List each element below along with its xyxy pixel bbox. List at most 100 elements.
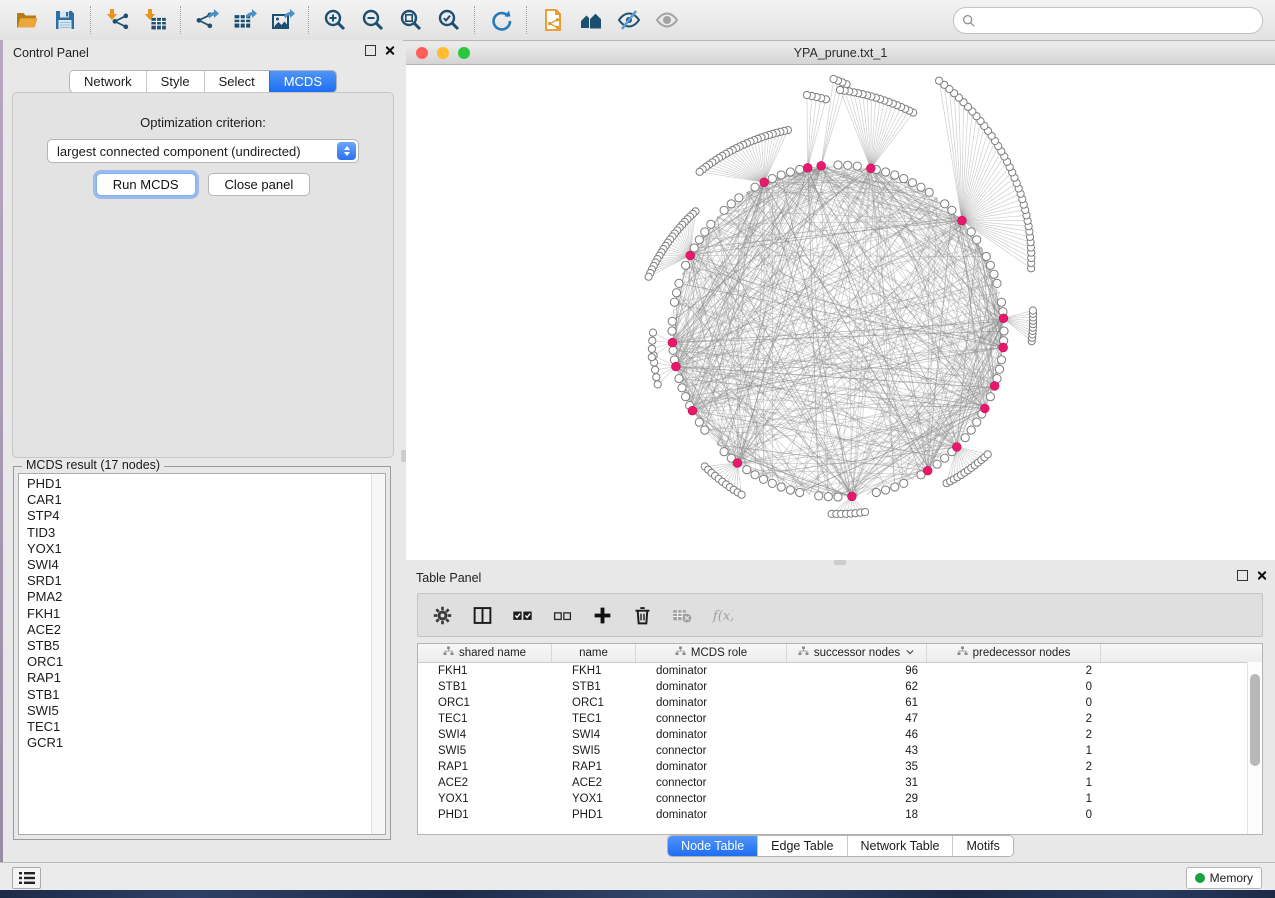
- network-column-icon: [957, 646, 968, 660]
- window-close-light[interactable]: [416, 47, 428, 59]
- mcds-result-title: MCDS result (17 nodes): [22, 458, 164, 472]
- criterion-select[interactable]: largest connected component (undirected): [47, 139, 359, 163]
- cell-successor-nodes: 29: [787, 793, 927, 805]
- column-header-shared-name[interactable]: shared name: [418, 644, 552, 662]
- mcds-node-item[interactable]: PMA2: [19, 589, 371, 605]
- float-table-panel-icon[interactable]: [1237, 570, 1248, 581]
- cell-name: TEC1: [552, 713, 636, 725]
- clear-selection-icon[interactable]: [552, 605, 573, 626]
- table-row-TEC1[interactable]: TEC1TEC1connector472: [418, 711, 1262, 727]
- search-input[interactable]: [982, 13, 1254, 29]
- mcds-node-item[interactable]: SRD1: [19, 573, 371, 589]
- mcds-node-item[interactable]: STB5: [19, 638, 371, 654]
- cell-predecessor-nodes: 1: [927, 777, 1101, 789]
- tab-style[interactable]: Style: [146, 71, 204, 92]
- tab-motifs[interactable]: Motifs: [952, 836, 1012, 856]
- network-window-titlebar[interactable]: YPA_prune.txt_1: [406, 42, 1275, 65]
- create-column-icon[interactable]: [592, 605, 613, 626]
- export-image-icon[interactable]: [268, 5, 298, 35]
- mcds-node-item[interactable]: ORC1: [19, 654, 371, 670]
- fit-content-icon[interactable]: [396, 5, 426, 35]
- window-minimize-light[interactable]: [437, 47, 449, 59]
- table-row-YOX1[interactable]: YOX1YOX1connector291: [418, 791, 1262, 807]
- table-row-SWI4[interactable]: SWI4SWI4dominator462: [418, 727, 1262, 743]
- tab-edge-table[interactable]: Edge Table: [757, 836, 846, 856]
- toolbar-separator: [474, 6, 476, 34]
- first-neighbors-icon[interactable]: [576, 5, 606, 35]
- column-header-MCDS-role[interactable]: MCDS role: [636, 644, 787, 662]
- mcds-node-item[interactable]: RAP1: [19, 670, 371, 686]
- mcds-node-item[interactable]: GCR1: [19, 735, 371, 751]
- open-file-icon[interactable]: [12, 5, 42, 35]
- export-table-icon[interactable]: [230, 5, 260, 35]
- mcds-node-item[interactable]: TEC1: [19, 719, 371, 735]
- sort-desc-icon: [905, 647, 915, 659]
- table-row-SWI5[interactable]: SWI5SWI5connector431: [418, 743, 1262, 759]
- cell-shared-name: STB1: [418, 681, 552, 693]
- cell-predecessor-nodes: 0: [927, 809, 1101, 821]
- tab-mcds[interactable]: MCDS: [269, 71, 336, 92]
- tab-node-table[interactable]: Node Table: [668, 836, 757, 856]
- mcds-node-item[interactable]: CAR1: [19, 492, 371, 508]
- cell-name: ACE2: [552, 777, 636, 789]
- search-box[interactable]: [953, 7, 1263, 34]
- table-row-PHD1[interactable]: PHD1PHD1dominator180: [418, 807, 1262, 823]
- mcds-node-item[interactable]: ACE2: [19, 622, 371, 638]
- tab-select[interactable]: Select: [204, 71, 269, 92]
- import-network-from-file-icon[interactable]: [102, 5, 132, 35]
- settings-gear-icon[interactable]: [432, 605, 453, 626]
- table-row-STB1[interactable]: STB1STB1dominator620: [418, 679, 1262, 695]
- table-scrollbar[interactable]: [1247, 662, 1262, 834]
- network-from-selection-icon[interactable]: [538, 5, 568, 35]
- mcds-node-item[interactable]: SWI5: [19, 703, 371, 719]
- cell-predecessor-nodes: 2: [927, 665, 1101, 677]
- tab-network-table[interactable]: Network Table: [847, 836, 953, 856]
- apply-preferred-layout-icon[interactable]: [486, 5, 516, 35]
- mcds-node-item[interactable]: SWI4: [19, 557, 371, 573]
- memory-label: Memory: [1210, 871, 1253, 885]
- network-canvas[interactable]: [406, 65, 1275, 560]
- vertical-splitter-handle[interactable]: [401, 450, 406, 462]
- hide-selected-icon[interactable]: [614, 5, 644, 35]
- close-panel-button[interactable]: Close panel: [208, 173, 311, 196]
- run-mcds-button[interactable]: Run MCDS: [96, 173, 196, 196]
- export-network-icon[interactable]: [192, 5, 222, 35]
- node-table[interactable]: shared namenameMCDS rolesuccessor nodesp…: [417, 643, 1263, 835]
- window-maximize-light[interactable]: [458, 47, 470, 59]
- cell-successor-nodes: 47: [787, 713, 927, 725]
- float-panel-icon[interactable]: [365, 45, 376, 56]
- column-header-successor-nodes[interactable]: successor nodes: [787, 644, 927, 662]
- table-scrollbar-thumb[interactable]: [1250, 674, 1260, 766]
- mcds-node-item[interactable]: STB1: [19, 687, 371, 703]
- task-history-button[interactable]: [12, 867, 41, 889]
- table-row-FKH1[interactable]: FKH1FKH1dominator962: [418, 663, 1262, 679]
- function-builder-icon[interactable]: f(x): [712, 605, 733, 626]
- delete-columns-icon[interactable]: [632, 605, 653, 626]
- memory-button[interactable]: Memory: [1186, 867, 1262, 889]
- show-columns-icon[interactable]: [472, 605, 493, 626]
- mcds-node-item[interactable]: FKH1: [19, 606, 371, 622]
- show-all-icon[interactable]: [652, 5, 682, 35]
- delete-table-icon[interactable]: [672, 605, 693, 626]
- zoom-in-icon[interactable]: [320, 5, 350, 35]
- mcds-node-item[interactable]: STP4: [19, 508, 371, 524]
- mcds-node-item[interactable]: TID3: [19, 525, 371, 541]
- table-row-RAP1[interactable]: RAP1RAP1dominator352: [418, 759, 1262, 775]
- list-scrollbar[interactable]: [371, 474, 385, 834]
- table-row-ORC1[interactable]: ORC1ORC1dominator610: [418, 695, 1262, 711]
- close-panel-icon[interactable]: [384, 45, 395, 56]
- mcds-result-list[interactable]: PHD1CAR1STP4TID3YOX1SWI4SRD1PMA2FKH1ACE2…: [18, 473, 386, 835]
- import-table-from-file-icon[interactable]: [140, 5, 170, 35]
- column-header-predecessor-nodes[interactable]: predecessor nodes: [927, 644, 1101, 662]
- fit-selected-icon[interactable]: [434, 5, 464, 35]
- tab-network[interactable]: Network: [70, 71, 146, 92]
- select-all-icon[interactable]: [512, 605, 533, 626]
- table-row-ACE2[interactable]: ACE2ACE2connector311: [418, 775, 1262, 791]
- close-table-panel-icon[interactable]: [1256, 570, 1267, 581]
- save-session-icon[interactable]: [50, 5, 80, 35]
- zoom-out-icon[interactable]: [358, 5, 388, 35]
- column-header-name[interactable]: name: [552, 644, 636, 662]
- cell-MCDS-role: connector: [636, 777, 787, 789]
- mcds-node-item[interactable]: PHD1: [19, 476, 371, 492]
- mcds-node-item[interactable]: YOX1: [19, 541, 371, 557]
